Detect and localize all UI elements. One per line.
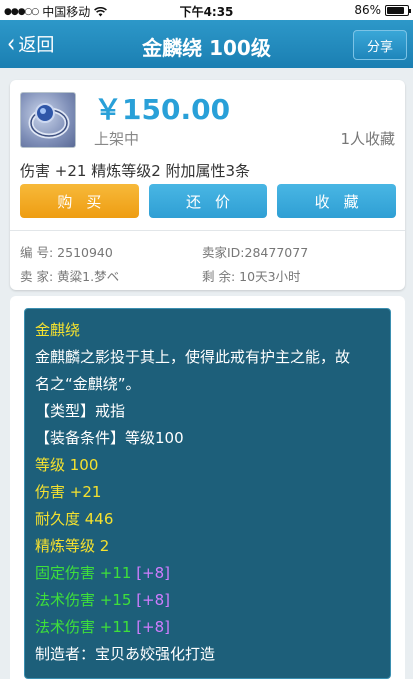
item-level: 等级 100 (35, 456, 99, 474)
item-lore-line: 金麒麟之影投于其上，使得此戒有护主之能，故 (35, 348, 351, 366)
share-button[interactable]: 分享 (353, 30, 407, 60)
seller-id-label: 卖家ID: (202, 245, 245, 260)
ring-item-icon (20, 92, 76, 148)
listing-status: 上架中 (94, 130, 140, 148)
item-name: 金麒绕 (35, 321, 81, 339)
page-title: 金麟绕 100级 (142, 36, 271, 60)
divider (10, 230, 405, 231)
item-type: 【类型】戒指 (35, 402, 126, 420)
status-time: 下午4:35 (179, 5, 234, 19)
serial-number: 编 号: 2510940 (20, 242, 113, 261)
description-section: 金麒绕 金麒麟之影投于其上，使得此戒有护主之能，故 名之“金麒绕”。 【类型】戒… (10, 296, 405, 679)
navigation-bar: ‹ 返回 金麟绕 100级 分享 (0, 20, 413, 68)
seller-name: 卖 家: 黄粱1.梦ベ (20, 266, 119, 285)
bonus-text: 法术伤害 +11 (35, 618, 137, 636)
seller-id: 卖家ID:28477077 (202, 242, 308, 261)
bonus-extra: [+8] (136, 618, 171, 636)
bonus-text: 法术伤害 +15 (35, 591, 137, 609)
item-description-panel: 金麒绕 金麒麟之影投于其上，使得此戒有护主之能，故 名之“金麒绕”。 【类型】戒… (24, 308, 391, 679)
item-lore-line: 名之“金麒绕”。 (35, 375, 141, 393)
item-refine-level: 精炼等级 2 (35, 537, 110, 555)
battery-fill (387, 6, 405, 14)
action-buttons: 购买 还价 收藏 (20, 184, 397, 218)
seller-id-value: 28477077 (244, 245, 309, 260)
item-price: ￥150.00 (94, 93, 231, 126)
bargain-button[interactable]: 还价 (148, 184, 268, 218)
time-remaining: 剩 余: 10天3小时 (202, 266, 301, 285)
bonus-extra: [+8] (136, 591, 171, 609)
bonus-attribute: 法术伤害 +15 [+8] (35, 587, 380, 614)
battery-icon (385, 4, 411, 16)
item-maker: 制造者：宝贝あ姣强化打造 (35, 645, 216, 663)
favorite-count: 1人收藏 (340, 130, 395, 148)
item-card: ￥150.00 上架中 1人收藏 伤害 +21 精炼等级2 附加属性3条 购买 … (10, 80, 405, 290)
favorite-button[interactable]: 收藏 (277, 184, 397, 218)
serial-label: 编 号: (20, 245, 54, 260)
bonus-extra: [+8] (136, 564, 171, 582)
item-attributes: 伤害 +21 精炼等级2 附加属性3条 (20, 162, 251, 180)
item-damage: 伤害 +21 (35, 483, 102, 501)
battery-percent: 86% (354, 3, 381, 17)
bonus-attribute: 法术伤害 +11 [+8] (35, 614, 380, 641)
status-bar: ●●●○○ 中国移动 下午4:35 86% (0, 0, 413, 20)
serial-value: 2510940 (57, 245, 113, 260)
bonus-text: 固定伤害 +11 (35, 564, 137, 582)
remaining-value: 10天3小时 (239, 269, 301, 284)
seller-label: 卖 家: (20, 269, 54, 284)
buy-button[interactable]: 购买 (20, 184, 139, 218)
item-requirement: 【装备条件】等级100 (35, 429, 184, 447)
item-durability: 耐久度 446 (35, 510, 114, 528)
remaining-label: 剩 余: (202, 269, 236, 284)
seller-value: 黄粱1.梦ベ (57, 269, 120, 284)
bonus-attribute: 固定伤害 +11 [+8] (35, 560, 380, 587)
